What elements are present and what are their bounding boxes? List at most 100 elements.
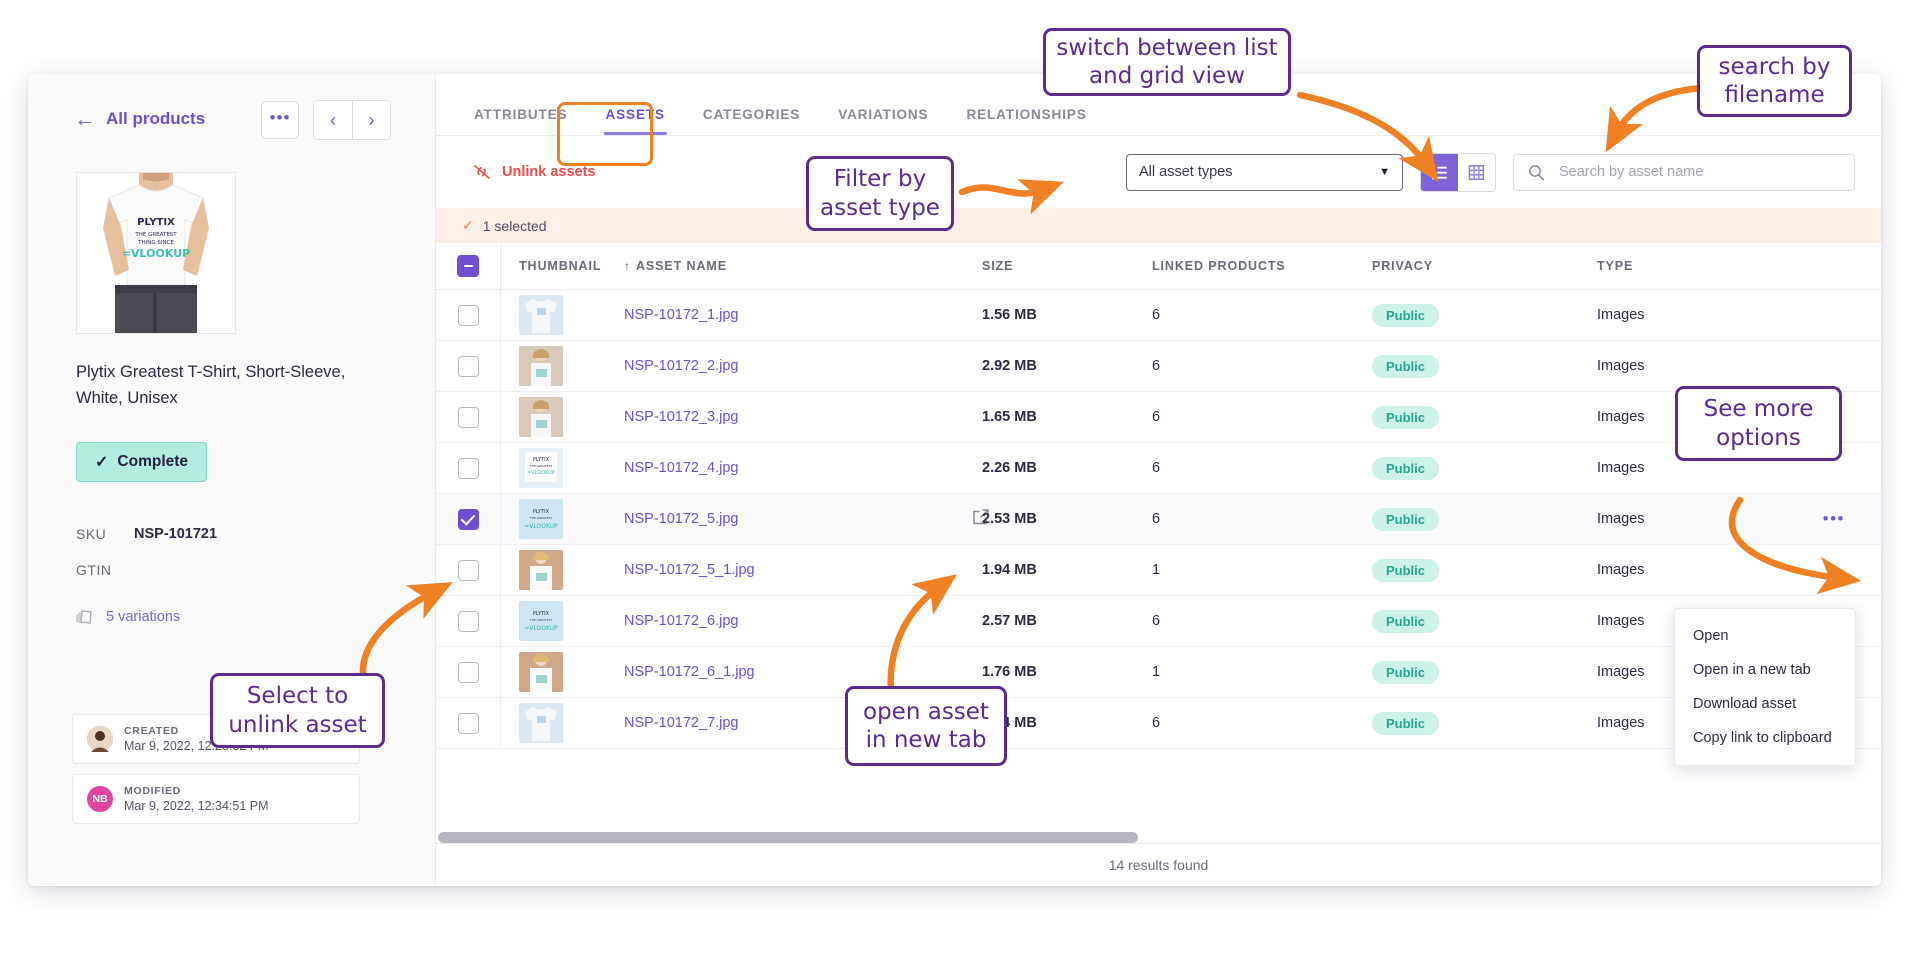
product-title: Plytix Greatest T-Shirt, Short-Sleeve, W…: [76, 363, 346, 407]
row-checkbox[interactable]: [457, 457, 479, 479]
row-size-cell: 2.92 MB: [982, 357, 1152, 375]
product-status-label: Complete: [117, 453, 189, 470]
privacy-badge: Public: [1372, 354, 1440, 378]
asset-name-link[interactable]: NSP-10172_5.jpg: [624, 511, 738, 527]
row-thumbnail-cell: [500, 698, 612, 748]
search-input[interactable]: [1557, 163, 1840, 181]
row-checkbox[interactable]: [457, 508, 479, 530]
row-asset-name-cell: NSP-10172_1.jpg: [612, 307, 982, 323]
row-linked-products-cell: 6: [1152, 510, 1372, 528]
row-checkbox[interactable]: [457, 712, 479, 734]
callout-open-in-new-tab: open asset in new tab: [845, 686, 1007, 766]
table-row[interactable]: NSP-10172_3.jpg 1.65 MB 6 Public Images: [436, 392, 1881, 443]
privacy-badge: Public: [1372, 405, 1440, 429]
header-size[interactable]: SIZE: [982, 257, 1152, 275]
select-all-checkbox[interactable]: [457, 255, 479, 277]
asset-linked-count: 1: [1152, 664, 1161, 680]
row-checkbox[interactable]: [457, 559, 479, 581]
row-checkbox[interactable]: [457, 355, 479, 377]
asset-size: 2.26 MB: [982, 460, 1037, 476]
context-menu-item[interactable]: Open in a new tab: [1675, 653, 1855, 687]
table-row[interactable]: PLYTIX THE GREATEST =VLOOKUP NSP-10172_6.jp…: [436, 596, 1881, 647]
product-status-badge[interactable]: ✓ Complete: [76, 442, 208, 482]
asset-name-link[interactable]: NSP-10172_6.jpg: [624, 613, 738, 629]
row-select-cell: [436, 355, 500, 377]
asset-name-link[interactable]: NSP-10172_5_1.jpg: [624, 562, 755, 578]
results-count-label: 14 results found: [1108, 857, 1209, 873]
row-asset-name-cell: NSP-10172_4.jpg: [612, 460, 982, 476]
chevron-right-icon: ›: [368, 110, 375, 130]
table-row[interactable]: PLYTIX THE GREATEST =VLOOKUP NSP-10172_5.jp…: [436, 494, 1881, 545]
row-select-cell: [436, 508, 500, 530]
horizontal-scrollbar-thumb[interactable]: [438, 832, 1138, 843]
row-privacy-cell: Public: [1372, 558, 1597, 582]
header-type[interactable]: TYPE: [1597, 257, 1881, 275]
header-privacy[interactable]: PRIVACY: [1372, 257, 1597, 275]
table-row[interactable]: NSP-10172_5_1.jpg 1.94 MB 1 Public Images: [436, 545, 1881, 596]
unlink-assets-button[interactable]: Unlink assets: [472, 164, 596, 180]
svg-text:THE GREATEST: THE GREATEST: [529, 516, 553, 520]
row-size-cell: 1.76 MB: [982, 663, 1152, 681]
context-menu-item[interactable]: Open: [1675, 619, 1855, 653]
header-linked-products[interactable]: LINKED PRODUCTS: [1152, 257, 1372, 275]
table-row[interactable]: NSP-10172_6_1.jpg 1.76 MB 1 Public Images: [436, 647, 1881, 698]
tab-variations[interactable]: VARIATIONS: [838, 107, 928, 135]
back-to-all-products-link[interactable]: ← All products: [74, 108, 205, 130]
product-more-options-button[interactable]: •••: [261, 101, 299, 139]
tab-categories[interactable]: CATEGORIES: [703, 107, 800, 135]
table-header-row: THUMBNAIL ↑ ASSET NAME SIZE LINKED PRODUC…: [436, 243, 1881, 290]
next-product-button[interactable]: ›: [352, 101, 390, 139]
asset-linked-count: 6: [1152, 358, 1161, 374]
row-checkbox[interactable]: [457, 610, 479, 632]
svg-text:THING SINCE: THING SINCE: [137, 240, 174, 246]
product-panel: ← All products ••• ‹ › PLYTIX THE GREATE…: [28, 74, 436, 886]
search-assets-box[interactable]: [1513, 153, 1855, 191]
asset-name-link[interactable]: NSP-10172_1.jpg: [624, 307, 738, 323]
asset-name-link[interactable]: NSP-10172_3.jpg: [624, 409, 738, 425]
header-size-label: SIZE: [982, 259, 1014, 273]
row-thumbnail-cell: PLYTIX THE GREATEST =VLOOKUP: [500, 443, 612, 493]
list-view-button[interactable]: [1421, 153, 1458, 191]
row-thumbnail-cell: PLYTIX THE GREATEST =VLOOKUP: [500, 596, 612, 646]
row-checkbox[interactable]: [457, 304, 479, 326]
context-menu-item[interactable]: Copy link to clipboard: [1675, 721, 1855, 755]
callout-search-by-filename: search by filename: [1697, 45, 1852, 117]
header-asset-name[interactable]: ↑ ASSET NAME: [612, 257, 982, 275]
asset-type-filter-select[interactable]: All asset types ▼: [1126, 153, 1403, 191]
asset-type: Images: [1597, 562, 1645, 578]
tab-relationships[interactable]: RELATIONSHIPS: [966, 107, 1086, 135]
assets-content-area: ATTRIBUTES ASSETS CATEGORIES VARIATIONS RELA…: [436, 74, 1881, 886]
asset-name-link[interactable]: NSP-10172_2.jpg: [624, 358, 738, 374]
ellipsis-icon: •••: [269, 107, 291, 127]
row-select-cell: [436, 559, 500, 581]
header-linked-products-label: LINKED PRODUCTS: [1152, 259, 1286, 273]
svg-text:PLYTIX: PLYTIX: [533, 611, 550, 617]
row-size-cell: 1.56 MB: [982, 306, 1152, 324]
tab-assets[interactable]: ASSETS: [603, 107, 668, 135]
row-select-cell: [436, 712, 500, 734]
grid-view-button[interactable]: [1458, 153, 1495, 191]
row-asset-name-cell: NSP-10172_6.jpg: [612, 613, 982, 629]
modified-avatar: NB: [87, 786, 113, 812]
table-row[interactable]: PLYTIX THE GREATEST =VLOOKUP NSP-10172_4.jp…: [436, 443, 1881, 494]
tab-attributes[interactable]: ATTRIBUTES: [474, 107, 568, 135]
row-more-options-button[interactable]: •••: [1823, 509, 1881, 529]
row-checkbox[interactable]: [457, 406, 479, 428]
row-checkbox[interactable]: [457, 661, 479, 683]
asset-name-link[interactable]: NSP-10172_4.jpg: [624, 460, 738, 476]
asset-size: 1.94 MB: [982, 562, 1037, 578]
modified-date: Mar 9, 2022, 12:34:51 PM: [124, 799, 269, 813]
previous-product-button[interactable]: ‹: [314, 101, 352, 139]
privacy-badge: Public: [1372, 660, 1440, 684]
asset-name-link[interactable]: NSP-10172_7.jpg: [624, 715, 738, 731]
variations-link[interactable]: 5 variations: [76, 608, 180, 626]
context-menu-item[interactable]: Download asset: [1675, 687, 1855, 721]
asset-size: 1.76 MB: [982, 664, 1037, 680]
table-row[interactable]: NSP-10172_7.jpg 2.54 MB 6 Public Images: [436, 698, 1881, 749]
table-row[interactable]: NSP-10172_2.jpg 2.92 MB 6 Public Images: [436, 341, 1881, 392]
table-row[interactable]: NSP-10172_1.jpg 1.56 MB 6 Public Images: [436, 290, 1881, 341]
asset-name-link[interactable]: NSP-10172_6_1.jpg: [624, 664, 755, 680]
row-privacy-cell: Public: [1372, 609, 1597, 633]
row-select-cell: [436, 304, 500, 326]
grid-view-icon: [1468, 164, 1485, 180]
